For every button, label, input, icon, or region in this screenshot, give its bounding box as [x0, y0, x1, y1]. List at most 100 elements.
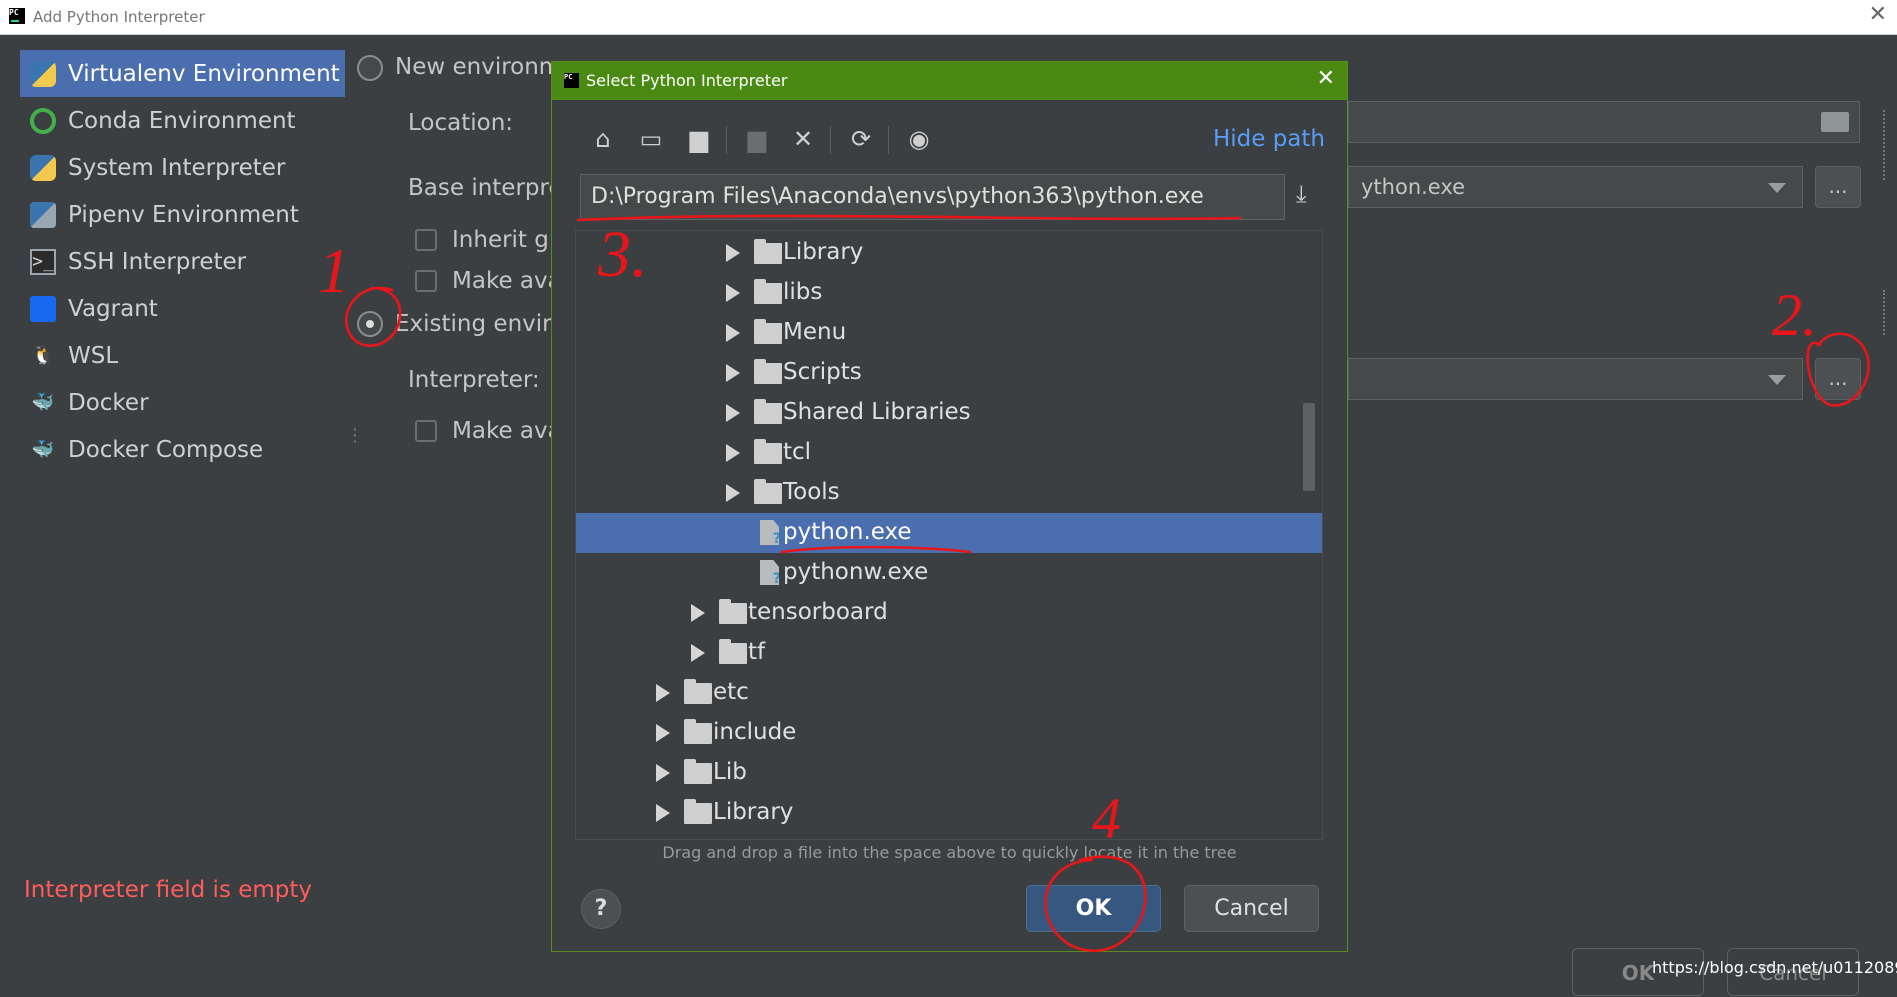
interpreter-select[interactable] — [1348, 358, 1803, 400]
select-interpreter-dialog: PC Select Python Interpreter ✕ ⌂ ▭ ▆ ▆ ✕… — [551, 61, 1348, 952]
sidebar-item-vagrant[interactable]: Vagrant — [20, 285, 345, 332]
docker-icon: 🐳 — [31, 439, 55, 460]
path-value: D:\Program Files\Anaconda\envs\python363… — [591, 184, 1204, 209]
delete-icon[interactable]: ✕ — [786, 122, 820, 156]
new-folder-icon[interactable]: ▆ — [740, 122, 774, 156]
sidebar-item-docker[interactable]: 🐳 Docker — [20, 379, 345, 426]
interpreter-browse-button[interactable]: ... — [1815, 358, 1861, 400]
dialog-ok-button[interactable]: OK — [1026, 885, 1161, 932]
inherit-global-checkbox[interactable] — [415, 229, 437, 251]
expand-arrow-icon[interactable] — [691, 644, 705, 662]
expand-arrow-icon[interactable] — [691, 604, 705, 622]
sidebar-item-label: Docker — [68, 389, 149, 416]
folder-icon — [719, 639, 747, 664]
folder-icon[interactable] — [1821, 112, 1849, 132]
desktop-icon[interactable]: ▭ — [634, 122, 668, 156]
base-interpreter-browse-button[interactable]: ... — [1815, 166, 1861, 208]
expand-arrow-icon[interactable] — [656, 764, 670, 782]
new-environment-radio[interactable] — [357, 55, 383, 81]
sidebar-item-system-interpreter[interactable]: System Interpreter — [20, 144, 345, 191]
sidebar-item-virtualenv[interactable]: Virtualenv Environment — [20, 50, 345, 97]
close-icon[interactable]: ✕ — [1869, 2, 1887, 27]
make-available-all-projects-checkbox[interactable] — [415, 420, 437, 442]
tree-item-tf[interactable]: tf — [576, 633, 1322, 673]
tree-item-etc[interactable]: etc — [576, 673, 1322, 713]
tree-item-label: libs — [783, 279, 823, 305]
tree-item-menu[interactable]: Menu — [576, 313, 1322, 353]
sidebar-item-label: Vagrant — [68, 295, 158, 322]
tree-scrollbar[interactable] — [1303, 403, 1315, 491]
project-folder-icon[interactable]: ▆ — [682, 122, 716, 156]
tree-item-tools[interactable]: Tools — [576, 473, 1322, 513]
tree-item-shared-libraries[interactable]: Shared Libraries — [576, 393, 1322, 433]
tree-item-scripts[interactable]: Scripts — [576, 353, 1322, 393]
sidebar-item-wsl[interactable]: 🐧 WSL — [20, 332, 345, 379]
dialog-cancel-button[interactable]: Cancel — [1184, 885, 1319, 932]
file-tree[interactable]: Library libs Menu Scripts Shared Librari… — [575, 230, 1323, 840]
help-button[interactable]: ? — [581, 889, 621, 929]
expand-arrow-icon[interactable] — [656, 684, 670, 702]
tree-item-pythonw-exe[interactable]: ? pythonw.exe — [576, 553, 1322, 593]
folder-icon — [719, 599, 747, 624]
existing-environment-radio[interactable] — [357, 311, 383, 337]
show-hidden-icon[interactable]: ◉ — [902, 122, 936, 156]
expand-arrow-icon[interactable] — [726, 444, 740, 462]
make-available-checkbox[interactable] — [415, 270, 437, 292]
expand-arrow-icon[interactable] — [656, 724, 670, 742]
scroll-indicator — [1883, 110, 1893, 180]
tree-item-python-exe[interactable]: ? python.exe — [576, 513, 1322, 553]
refresh-icon[interactable]: ⟳ — [844, 122, 878, 156]
sidebar-item-label: SSH Interpreter — [68, 248, 247, 275]
expand-arrow-icon[interactable] — [726, 284, 740, 302]
expand-arrow-icon[interactable] — [726, 324, 740, 342]
sidebar-item-ssh[interactable]: >_ SSH Interpreter — [20, 238, 345, 285]
tree-item-label: include — [713, 719, 797, 745]
expand-arrow-icon[interactable] — [726, 244, 740, 262]
base-interpreter-select[interactable]: ython.exe — [1348, 166, 1803, 208]
sidebar-item-docker-compose[interactable]: 🐳 Docker Compose — [20, 426, 345, 473]
tree-item-lib[interactable]: Lib — [576, 753, 1322, 793]
conda-icon — [30, 107, 56, 134]
sidebar-item-conda[interactable]: Conda Environment — [20, 97, 345, 144]
tree-item-tcl[interactable]: tcl — [576, 433, 1322, 473]
folder-icon — [684, 719, 712, 744]
chevron-down-icon — [1768, 183, 1786, 193]
home-icon[interactable]: ⌂ — [586, 122, 620, 156]
tree-item-label: Menu — [783, 319, 847, 345]
expand-arrow-icon[interactable] — [726, 404, 740, 422]
expand-arrow-icon[interactable] — [726, 364, 740, 382]
make-available-label: Make ava — [452, 268, 562, 294]
sidebar-item-label: System Interpreter — [68, 154, 286, 181]
folder-icon — [754, 399, 782, 424]
interpreter-label: Interpreter: — [408, 367, 540, 393]
tree-item-include[interactable]: include — [576, 713, 1322, 753]
download-icon[interactable]: ⤓ — [1296, 180, 1307, 208]
base-interpreter-value: ython.exe — [1361, 175, 1466, 199]
sidebar-item-label: Virtualenv Environment — [68, 60, 340, 87]
tree-item-label: Lib — [713, 759, 747, 785]
folder-icon — [754, 479, 782, 504]
tree-item-library-2[interactable]: Library — [576, 793, 1322, 833]
base-interpreter-label: Base interpre — [408, 175, 563, 201]
tree-item-library[interactable]: Library — [576, 233, 1322, 273]
python-file-icon: ? — [760, 520, 779, 545]
tree-item-label: Scripts — [783, 359, 862, 385]
path-input[interactable]: D:\Program Files\Anaconda\envs\python363… — [580, 174, 1285, 220]
tree-item-libs[interactable]: libs — [576, 273, 1322, 313]
new-environment-label: New environm — [395, 54, 562, 80]
hide-path-link[interactable]: Hide path — [1213, 126, 1325, 152]
expand-arrow-icon[interactable] — [656, 804, 670, 822]
sidebar-item-pipenv[interactable]: Pipenv Environment — [20, 191, 345, 238]
splitter-handle[interactable]: ⋮ — [346, 427, 364, 445]
close-icon[interactable]: ✕ — [1317, 66, 1335, 91]
folder-icon — [754, 239, 782, 264]
pycharm-app-icon: PC — [564, 73, 579, 88]
location-field[interactable] — [1348, 101, 1860, 143]
drag-drop-hint: Drag and drop a file into the space abov… — [662, 843, 1237, 862]
folder-icon — [684, 759, 712, 784]
tree-item-tensorboard[interactable]: tensorboard — [576, 593, 1322, 633]
dialog-title: Select Python Interpreter — [586, 71, 788, 90]
scroll-indicator — [1883, 290, 1893, 335]
expand-arrow-icon[interactable] — [726, 484, 740, 502]
chevron-down-icon — [1768, 375, 1786, 385]
